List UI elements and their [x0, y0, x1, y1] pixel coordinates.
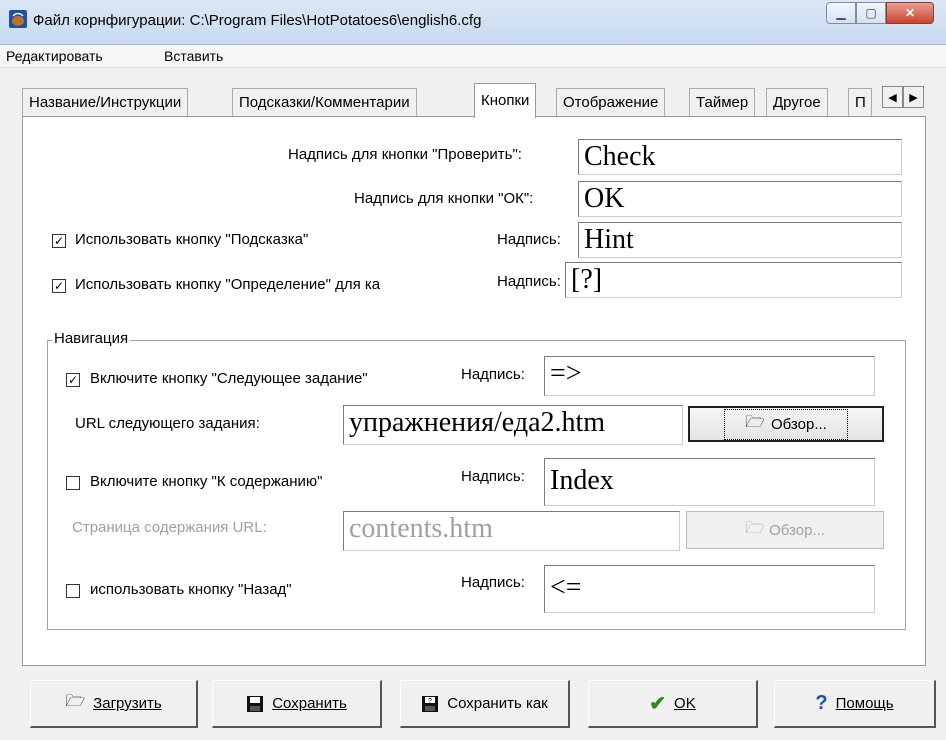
next-url-input[interactable]: упражнения/еда2.htm [343, 405, 683, 445]
contents-button-checkbox-label: Включите кнопку "К содержанию" [90, 473, 323, 490]
tab-scroll-left-button[interactable]: ◀ [882, 86, 903, 108]
help-button[interactable]: ? Помощь [774, 680, 936, 728]
arrow-right-icon: ▶ [909, 91, 918, 104]
tab-hints-comments[interactable]: Подсказки/Комментарии [232, 88, 417, 117]
next-url-label: URL следующего задания: [75, 415, 260, 432]
checkmark-icon: ✓ [53, 279, 65, 293]
next-caption-input[interactable]: => [544, 356, 875, 396]
check-caption-label: Надпись для кнопки "Проверить": [288, 146, 522, 163]
hint-button-checkbox[interactable]: ✓ [52, 234, 66, 248]
folder-open-icon: 🗁 [745, 413, 765, 431]
browse-label: Обзор... [769, 521, 825, 539]
menu-bar: Редактировать Вставить [0, 45, 946, 68]
check-caption-input[interactable]: Check [578, 139, 902, 175]
contents-url-input[interactable]: contents.htm [343, 511, 680, 551]
back-caption-label: Надпись: [461, 574, 525, 591]
contents-button-checkbox[interactable] [66, 476, 80, 490]
help-button-label: Помощь [835, 695, 894, 712]
window-title: Файл корнфигурации: C:\Program Files\Hot… [33, 12, 482, 29]
load-button-label: Загрузить [93, 695, 162, 712]
tab-strip: Название/Инструкции Подсказки/Комментари… [22, 83, 924, 118]
checkmark-icon: ✔ [649, 693, 667, 715]
contents-url-browse-button[interactable]: 🗁 Обзор... [686, 511, 884, 549]
folder-open-icon: 🗁 [745, 519, 765, 537]
svg-text:?: ? [428, 698, 432, 705]
next-exercise-checkbox[interactable]: ✓ [66, 373, 80, 387]
hint-button-checkbox-label: Использовать кнопку "Подсказка" [75, 231, 309, 248]
minimize-button[interactable]: ▁ [826, 2, 856, 24]
checkmark-icon: ✓ [53, 234, 65, 248]
tab-scroll-right-button[interactable]: ▶ [903, 86, 924, 108]
minimize-icon: ▁ [836, 6, 846, 20]
tab-buttons[interactable]: Кнопки [474, 83, 537, 118]
contents-caption-input[interactable]: Index [544, 458, 875, 506]
question-mark-icon: ? [815, 692, 828, 714]
hint-caption-input[interactable]: Hint [578, 222, 902, 258]
folder-open-icon: 🗁 [65, 693, 86, 710]
ok-button-label: OK [674, 695, 696, 712]
maximize-icon: ▢ [865, 6, 877, 20]
tab-display[interactable]: Отображение [556, 88, 666, 117]
save-button-label: Сохранить [272, 695, 347, 712]
definition-button-checkbox[interactable]: ✓ [52, 279, 66, 293]
definition-caption-label: Надпись: [497, 273, 561, 290]
menu-insert[interactable]: Вставить [164, 48, 223, 64]
back-button-checkbox[interactable] [66, 584, 80, 598]
contents-caption-label: Надпись: [461, 468, 525, 485]
tab-other[interactable]: Другое [766, 88, 828, 117]
tab-more[interactable]: П [848, 88, 872, 117]
back-caption-input[interactable]: <= [544, 565, 875, 613]
floppy-disk-icon [247, 695, 264, 712]
next-caption-label: Надпись: [461, 366, 525, 383]
close-button[interactable]: ✕ [886, 2, 934, 24]
tab-timer[interactable]: Таймер [689, 88, 756, 117]
save-as-icon: ? [422, 695, 439, 712]
title-bar: Файл корнфигурации: C:\Program Files\Hot… [0, 0, 946, 45]
contents-url-label: Страница содержания URL: [72, 519, 267, 536]
definition-button-checkbox-label: Использовать кнопку "Определение" для ка [75, 276, 381, 293]
next-url-browse-button[interactable]: 🗁 Обзор... [688, 406, 884, 442]
checkmark-icon: ✓ [67, 373, 79, 387]
ok-caption-input[interactable]: OK [578, 181, 902, 217]
ok-button[interactable]: ✔ OK [588, 680, 758, 728]
save-button[interactable]: Сохранить [212, 680, 382, 728]
load-button[interactable]: 🗁 Загрузить [30, 680, 198, 728]
maximize-button[interactable]: ▢ [856, 2, 886, 24]
hint-caption-label: Надпись: [497, 231, 561, 248]
definition-caption-input[interactable]: [?] [565, 262, 902, 298]
navigation-group-title: Навигация [52, 330, 131, 347]
hotpotatoes-app-icon [9, 10, 27, 28]
save-as-button-label: Сохранить как [447, 695, 548, 712]
arrow-left-icon: ◀ [888, 91, 897, 104]
close-icon: ✕ [904, 6, 916, 20]
save-as-button[interactable]: ? Сохранить как [400, 680, 570, 728]
ok-caption-label: Надпись для кнопки "ОК": [354, 190, 534, 207]
tab-title-instructions[interactable]: Название/Инструкции [22, 88, 189, 117]
next-exercise-checkbox-label: Включите кнопку "Следующее задание" [90, 370, 368, 387]
browse-label: Обзор... [771, 415, 827, 433]
menu-edit[interactable]: Редактировать [6, 48, 103, 64]
back-button-checkbox-label: использовать кнопку "Назад" [90, 581, 292, 598]
